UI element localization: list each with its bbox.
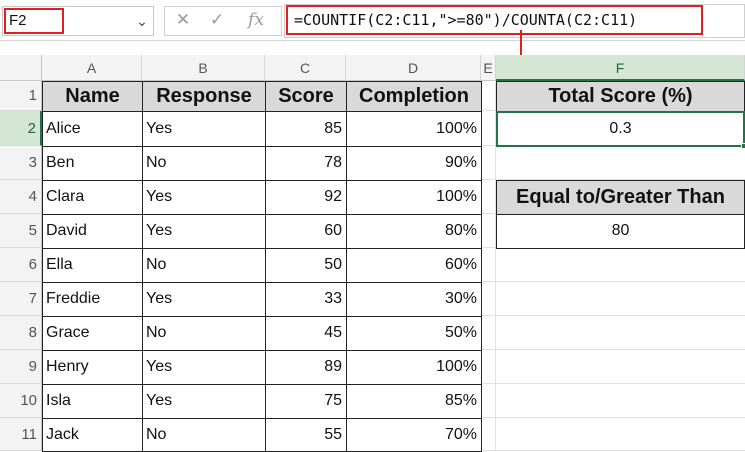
table-header-score[interactable]: Score: [265, 81, 347, 112]
grid-line: [481, 349, 745, 350]
row-header-10[interactable]: 10: [0, 384, 42, 418]
table-cell[interactable]: Yes: [142, 282, 266, 317]
threshold-header[interactable]: Equal to/Greater Than: [496, 180, 745, 215]
table-cell[interactable]: Ben: [42, 146, 143, 181]
total-score-header[interactable]: Total Score (%): [496, 81, 745, 112]
table-cell[interactable]: 85%: [346, 384, 482, 419]
table-cell[interactable]: 89: [265, 350, 347, 385]
table-cell[interactable]: 78: [265, 146, 347, 181]
row-header-1[interactable]: 1: [0, 81, 42, 111]
table-cell[interactable]: Freddie: [42, 282, 143, 317]
table-cell[interactable]: 85: [265, 111, 347, 147]
table-cell[interactable]: 60: [265, 214, 347, 249]
threshold-value[interactable]: 80: [496, 214, 745, 249]
table-cell[interactable]: No: [142, 418, 266, 452]
column-header-a[interactable]: A: [42, 55, 142, 81]
column-header-d[interactable]: D: [346, 55, 481, 81]
grid-line: [481, 281, 745, 282]
table-cell[interactable]: 50: [265, 248, 347, 283]
table-cell[interactable]: Yes: [142, 180, 266, 215]
table-cell[interactable]: 50%: [346, 316, 482, 351]
table-cell[interactable]: Henry: [42, 350, 143, 385]
table-cell[interactable]: Yes: [142, 384, 266, 419]
table-cell[interactable]: Ella: [42, 248, 143, 283]
grid-line: [481, 383, 745, 384]
fill-handle[interactable]: [741, 143, 745, 149]
row-header-11[interactable]: 11: [0, 418, 42, 451]
table-cell[interactable]: 100%: [346, 350, 482, 385]
table-cell[interactable]: No: [142, 316, 266, 351]
column-header-c[interactable]: C: [265, 55, 346, 81]
table-cell[interactable]: 90%: [346, 146, 482, 181]
table-header-name[interactable]: Name: [42, 81, 143, 112]
row-header-7[interactable]: 7: [0, 282, 42, 316]
table-cell[interactable]: 45: [265, 316, 347, 351]
table-cell[interactable]: 60%: [346, 248, 482, 283]
table-cell[interactable]: Isla: [42, 384, 143, 419]
table-cell[interactable]: 80%: [346, 214, 482, 249]
table-header-completion[interactable]: Completion: [346, 81, 482, 112]
table-cell[interactable]: Clara: [42, 180, 143, 215]
row-header-9[interactable]: 9: [0, 350, 42, 384]
table-cell[interactable]: Alice: [42, 111, 143, 147]
table-cell[interactable]: 33: [265, 282, 347, 317]
grid-line: [481, 417, 745, 418]
row-header-3[interactable]: 3: [0, 146, 42, 180]
table-cell[interactable]: 92: [265, 180, 347, 215]
table-cell[interactable]: Jack: [42, 418, 143, 452]
table-cell[interactable]: Yes: [142, 350, 266, 385]
table-cell[interactable]: 100%: [346, 180, 482, 215]
table-cell[interactable]: 70%: [346, 418, 482, 452]
table-cell[interactable]: 100%: [346, 111, 482, 147]
table-cell[interactable]: 55: [265, 418, 347, 452]
row-header-8[interactable]: 8: [0, 316, 42, 350]
total-score-value[interactable]: 0.3: [496, 111, 745, 147]
table-cell[interactable]: No: [142, 248, 266, 283]
column-header-f[interactable]: F: [496, 55, 745, 81]
column-header-b[interactable]: B: [142, 55, 265, 81]
column-header-e[interactable]: E: [481, 55, 496, 81]
table-header-response[interactable]: Response: [142, 81, 266, 112]
table-cell[interactable]: Yes: [142, 214, 266, 249]
row-header-6[interactable]: 6: [0, 248, 42, 282]
table-cell[interactable]: Grace: [42, 316, 143, 351]
select-all-corner[interactable]: [0, 55, 42, 81]
table-cell[interactable]: 75: [265, 384, 347, 419]
table-cell[interactable]: 30%: [346, 282, 482, 317]
grid-line: [481, 315, 745, 316]
table-cell[interactable]: No: [142, 146, 266, 181]
row-header-4[interactable]: 4: [0, 180, 42, 214]
table-cell[interactable]: David: [42, 214, 143, 249]
table-cell[interactable]: Yes: [142, 111, 266, 147]
row-header-2[interactable]: 2: [0, 111, 42, 146]
row-header-5[interactable]: 5: [0, 214, 42, 248]
